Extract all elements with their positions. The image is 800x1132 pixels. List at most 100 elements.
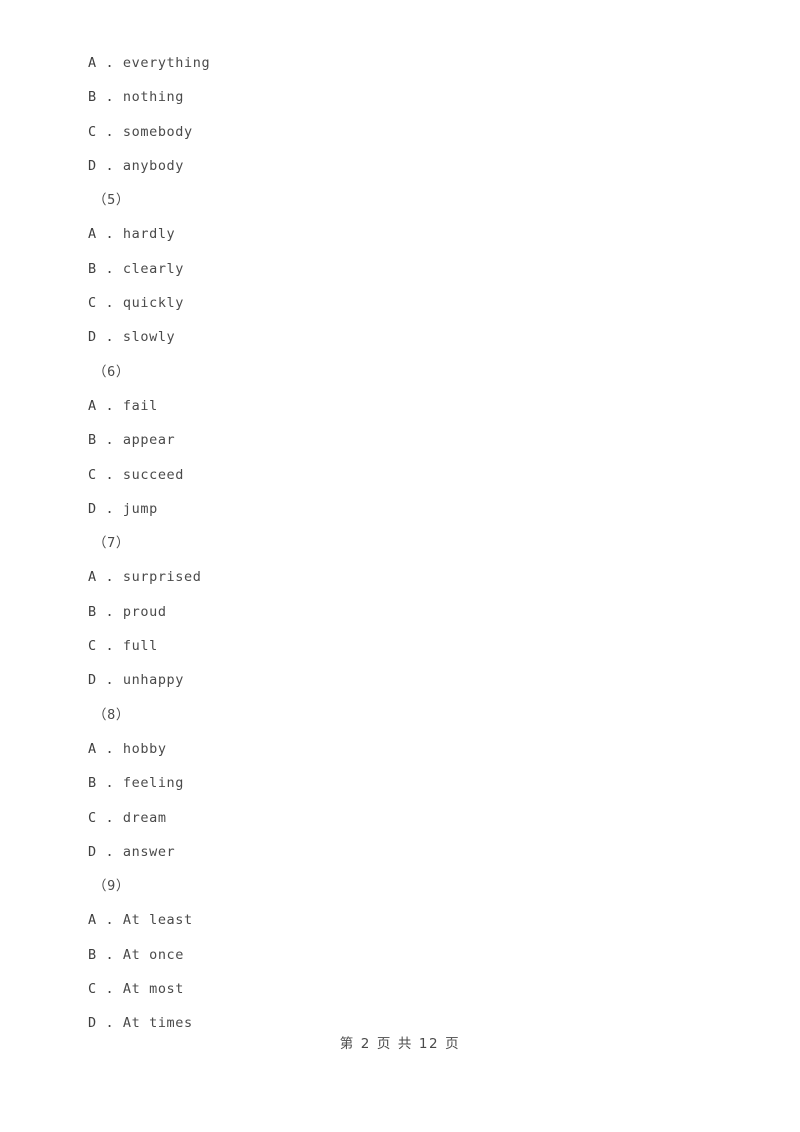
option-text: unhappy: [122, 672, 185, 689]
option-row: B . nothing: [88, 80, 708, 114]
option-text: everything: [122, 55, 211, 71]
question-number: （6）: [93, 363, 130, 380]
option-text: fail: [122, 397, 158, 414]
option-text: hobby: [122, 740, 167, 757]
option-letter: B: [88, 775, 97, 792]
option-row: B . proud: [88, 595, 708, 629]
option-text: anybody: [122, 157, 185, 174]
option-separator: .: [96, 569, 123, 586]
option-text: hardly: [122, 226, 176, 243]
option-row: A . surprised: [88, 560, 708, 594]
option-separator: .: [96, 500, 123, 517]
option-separator: .: [96, 157, 123, 174]
option-separator: .: [96, 843, 123, 860]
option-letter: C: [88, 809, 97, 826]
question-number: （7）: [93, 535, 130, 552]
option-row: A . fail: [88, 389, 708, 423]
document-page: A . everything B . nothing C . somebody …: [0, 0, 800, 1132]
option-letter: B: [88, 946, 97, 963]
option-row: C . somebody: [88, 115, 708, 149]
option-row: D . answer: [88, 835, 708, 869]
option-letter: A: [88, 226, 97, 243]
option-letter: A: [88, 397, 97, 414]
option-letter: A: [88, 740, 97, 757]
option-letter: D: [88, 329, 97, 346]
option-letter: D: [88, 672, 97, 689]
option-text: At once: [122, 946, 185, 963]
option-group-leading: A . everything B . nothing C . somebody …: [88, 46, 708, 183]
option-letter: C: [88, 981, 97, 998]
option-text: feeling: [122, 775, 185, 792]
option-row: D . anybody: [88, 149, 708, 183]
option-text: clearly: [122, 260, 185, 277]
question-block-9: （9） A . At least B . At once C . At most…: [88, 869, 708, 1040]
question-block-7: （7） A . surprised B . proud C . full D .…: [88, 526, 708, 697]
option-separator: .: [96, 432, 123, 449]
option-text: At most: [122, 981, 185, 998]
option-row: A . everything: [88, 46, 708, 80]
option-separator: .: [96, 55, 123, 71]
question-number: （9）: [93, 878, 130, 895]
option-separator: .: [96, 775, 123, 792]
option-letter: A: [88, 569, 97, 586]
option-text: dream: [122, 809, 167, 826]
option-text: answer: [122, 843, 176, 860]
option-row: A . hardly: [88, 217, 708, 251]
option-text: At times: [122, 1015, 193, 1032]
question-block-8: （8） A . hobby B . feeling C . dream D . …: [88, 698, 708, 869]
option-separator: .: [96, 295, 123, 312]
option-separator: .: [96, 260, 123, 277]
option-letter: B: [88, 260, 97, 277]
option-row: C . succeed: [88, 458, 708, 492]
question-list: A . everything B . nothing C . somebody …: [88, 46, 708, 1041]
option-row: B . At once: [88, 938, 708, 972]
question-number: （8）: [93, 706, 130, 723]
option-text: succeed: [122, 466, 185, 483]
option-row: D . slowly: [88, 320, 708, 354]
option-separator: .: [96, 638, 123, 655]
option-separator: .: [96, 672, 123, 689]
option-letter: D: [88, 157, 97, 174]
option-separator: .: [96, 397, 123, 414]
option-letter: C: [88, 295, 97, 312]
option-row: C . dream: [88, 801, 708, 835]
option-row: A . At least: [88, 903, 708, 937]
option-text: proud: [122, 603, 167, 620]
option-row: C . At most: [88, 972, 708, 1006]
option-separator: .: [96, 809, 123, 826]
option-letter: B: [88, 89, 97, 106]
option-letter: D: [88, 843, 97, 860]
option-text: appear: [122, 432, 176, 449]
option-text: nothing: [122, 89, 185, 106]
option-text: somebody: [122, 123, 193, 140]
option-text: jump: [122, 500, 158, 517]
option-letter: B: [88, 603, 97, 620]
option-separator: .: [96, 226, 123, 243]
option-row: A . hobby: [88, 732, 708, 766]
option-row: C . quickly: [88, 286, 708, 320]
option-text: full: [122, 638, 158, 655]
option-row: B . feeling: [88, 766, 708, 800]
option-separator: .: [96, 981, 123, 998]
option-letter: A: [88, 55, 97, 71]
option-letter: C: [88, 123, 97, 140]
option-row: B . clearly: [88, 252, 708, 286]
option-separator: .: [96, 466, 123, 483]
option-separator: .: [96, 329, 123, 346]
option-text: At least: [122, 912, 193, 929]
option-separator: .: [96, 946, 123, 963]
option-letter: A: [88, 912, 97, 929]
option-separator: .: [96, 123, 123, 140]
option-row: D . jump: [88, 492, 708, 526]
option-letter: D: [88, 500, 97, 517]
option-text: slowly: [122, 329, 176, 346]
option-row: B . appear: [88, 423, 708, 457]
option-separator: .: [96, 740, 123, 757]
page-footer: 第 2 页 共 12 页: [339, 1036, 461, 1052]
option-separator: .: [96, 89, 123, 106]
question-number: （5）: [93, 192, 130, 209]
option-letter: C: [88, 466, 97, 483]
option-separator: .: [96, 1015, 123, 1032]
question-block-5: （5） A . hardly B . clearly C . quickly D…: [88, 183, 708, 354]
option-separator: .: [96, 912, 123, 929]
